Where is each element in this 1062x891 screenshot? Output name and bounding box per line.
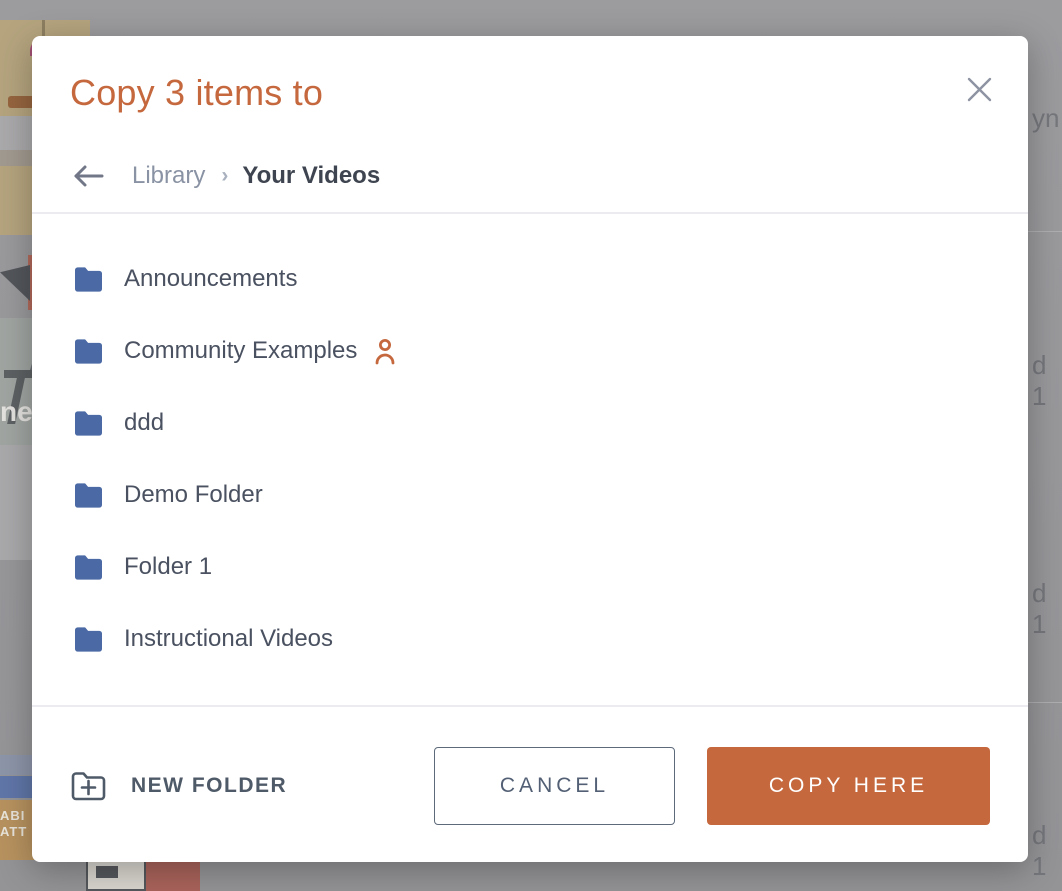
folder-name: Folder 1 <box>124 553 213 580</box>
folder-name: Community Examples <box>124 337 358 364</box>
folder-row[interactable]: Announcements <box>32 243 1028 315</box>
folder-plus-icon <box>71 772 106 801</box>
folder-name: Demo Folder <box>124 481 263 508</box>
folder-icon <box>75 482 102 508</box>
bg-text-fragment: yn <box>1032 103 1060 133</box>
arrow-left-icon <box>74 165 104 187</box>
cancel-label: CANCEL <box>499 774 610 797</box>
bg-text-fragment: d 1 <box>1032 350 1047 411</box>
folder-icon <box>75 266 102 292</box>
folder-row[interactable]: Instructional Videos <box>32 603 1028 675</box>
bg-card-edge <box>1028 702 1062 703</box>
cancel-button[interactable]: CANCEL <box>434 747 675 825</box>
bg-text-fragment: ABI <box>0 808 26 823</box>
bg-shape-triangle <box>0 265 30 301</box>
folder-list: Announcements Community Examples ddd Dem… <box>32 214 1028 675</box>
copy-here-button[interactable]: COPY HERE <box>707 747 990 825</box>
new-folder-button[interactable]: NEW FOLDER <box>70 761 287 811</box>
bg-card-edge <box>1028 231 1062 232</box>
new-folder-label: NEW FOLDER <box>131 774 288 797</box>
folder-icon <box>75 554 102 580</box>
bg-text-fragment: d 1 <box>1032 578 1047 639</box>
folder-row[interactable]: Demo Folder <box>32 459 1028 531</box>
breadcrumb-current: Your Videos <box>242 162 381 189</box>
bg-thumbnail-piano <box>86 858 146 891</box>
chevron-right-icon: › <box>221 164 229 187</box>
folder-row[interactable]: ddd <box>32 387 1028 459</box>
shared-user-icon <box>374 337 396 365</box>
folder-name: ddd <box>124 409 165 436</box>
close-icon <box>967 77 991 101</box>
breadcrumb: Library › Your Videos <box>72 158 380 194</box>
back-button[interactable] <box>72 164 106 188</box>
folder-icon <box>75 338 102 364</box>
copy-here-label: COPY HERE <box>768 774 929 797</box>
bg-text-fragment: ne <box>0 396 33 427</box>
footer-divider <box>32 705 1028 707</box>
folder-name: Instructional Videos <box>124 625 334 652</box>
folder-icon <box>75 410 102 436</box>
bg-text-fragment: ATT <box>0 824 28 839</box>
bg-text-fragment: d 1 <box>1032 820 1047 881</box>
copy-items-dialog: Copy 3 items to Library › Your Videos An… <box>32 36 1028 862</box>
bg-thumbnail-rust <box>146 862 200 891</box>
folder-row[interactable]: Community Examples <box>32 315 1028 387</box>
folder-row[interactable]: Folder 1 <box>32 531 1028 603</box>
breadcrumb-parent[interactable]: Library <box>132 162 205 190</box>
close-button[interactable] <box>960 70 998 108</box>
folder-icon <box>75 626 102 652</box>
folder-name: Announcements <box>124 265 298 292</box>
dialog-title: Copy 3 items to <box>70 72 324 113</box>
